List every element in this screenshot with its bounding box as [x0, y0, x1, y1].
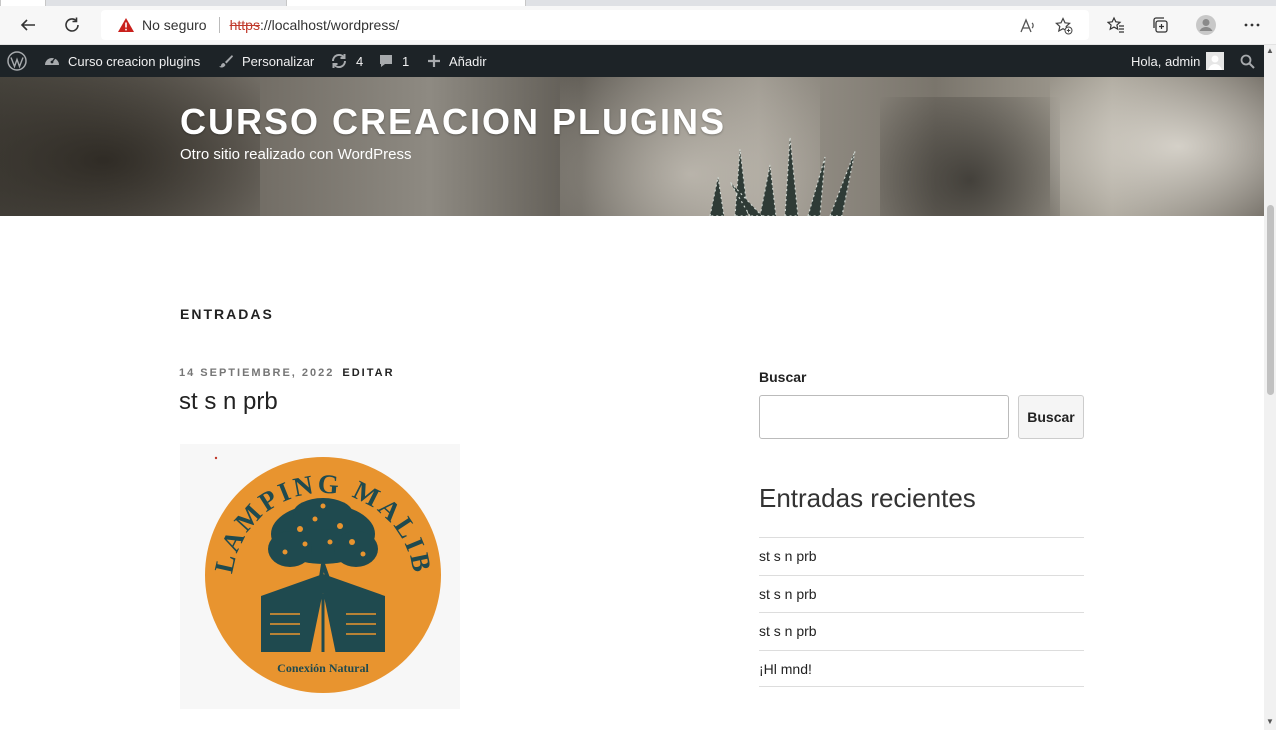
list-item[interactable]: st s n prb [759, 612, 1084, 650]
post-title[interactable]: st s n prb [179, 388, 278, 416]
recent-posts-heading: Entradas recientes [759, 483, 976, 513]
comments-count: 1 [402, 53, 410, 69]
plus-icon [428, 55, 440, 67]
address-bar[interactable]: No seguro https://localhost/wordpress/ [101, 10, 1089, 40]
updates-count: 4 [356, 53, 364, 69]
glamping-logo-image: GLAMPING MALIBÚ Conexión Natural [168, 420, 441, 693]
list-item[interactable]: ¡Hl mnd! [759, 649, 1084, 688]
avatar[interactable] [1206, 52, 1225, 70]
admin-add-new[interactable]: Añadir [427, 45, 487, 77]
back-icon[interactable] [12, 10, 44, 40]
more-icon[interactable] [1236, 10, 1268, 40]
updates-icon [331, 53, 347, 69]
entry-meta: 14 SEPTIEMBRE, 2022 EDITAR [179, 367, 395, 379]
admin-add-new-label[interactable]: Añadir [449, 54, 487, 69]
post-thumbnail[interactable]: GLAMPING MALIBÚ Conexión Natural [168, 420, 460, 709]
address-separator [218, 17, 220, 33]
wordpress-logo-icon[interactable] [7, 45, 35, 77]
recent-posts-list: st s n prb st s n prb st s n prb ¡Hl mnd… [759, 537, 1084, 688]
url-scheme: https [229, 17, 260, 33]
page-title: ENTRADAS [180, 306, 274, 322]
reload-icon[interactable] [56, 10, 88, 40]
admin-site-name[interactable]: Curso creacion plugins [68, 54, 200, 69]
page-scrollbar[interactable]: ▲ ▼ [1264, 45, 1276, 730]
scrollbar-thumb[interactable] [1267, 205, 1274, 395]
wp-admin-bar: Curso creacion plugins Personalizar 4 1 … [0, 45, 1264, 77]
search-button[interactable]: Buscar [1018, 395, 1084, 439]
add-favorite-icon[interactable] [1055, 17, 1073, 35]
url-text: ://localhost/wordpress/ [259, 17, 400, 33]
admin-customize[interactable]: Personalizar [218, 45, 314, 77]
admin-comments[interactable]: 1 [378, 45, 409, 77]
header-plant-image [709, 137, 856, 216]
site-title[interactable]: CURSO CREACION PLUGINS [180, 101, 726, 143]
collections-icon[interactable] [1144, 10, 1176, 40]
edit-link[interactable]: EDITAR [342, 367, 394, 379]
header-bg-light [1050, 77, 1264, 216]
list-item[interactable]: st s n prb [759, 537, 1084, 575]
logo-bottom-text: Conexión Natural [277, 661, 369, 675]
favorites-icon[interactable] [1100, 10, 1132, 40]
admin-greeting[interactable]: Hola, admin [1131, 54, 1200, 69]
profile-icon[interactable] [1190, 10, 1222, 40]
scroll-up-icon[interactable]: ▲ [1266, 47, 1274, 55]
search-input[interactable] [759, 395, 1009, 439]
search-label: Buscar [759, 369, 807, 385]
admin-site-menu[interactable]: Curso creacion plugins [44, 45, 200, 77]
dashboard-icon [45, 57, 59, 65]
admin-customize-label[interactable]: Personalizar [242, 54, 314, 69]
brush-icon [219, 55, 233, 68]
read-aloud-icon[interactable] [1019, 17, 1037, 35]
site-description: Otro sitio realizado con WordPress [180, 146, 412, 163]
comment-icon [380, 55, 392, 67]
security-label[interactable]: No seguro [142, 17, 207, 33]
warning-icon[interactable] [117, 17, 135, 33]
browser-toolbar: No seguro https://localhost/wordpress/ [0, 6, 1276, 45]
admin-account[interactable]: Hola, admin [1131, 45, 1225, 77]
list-item[interactable]: st s n prb [759, 574, 1084, 613]
admin-updates[interactable]: 4 [330, 45, 363, 77]
scroll-down-icon[interactable]: ▼ [1266, 718, 1274, 726]
header-bg-shade [880, 97, 1060, 216]
post-date[interactable]: 14 SEPTIEMBRE, 2022 [179, 367, 334, 379]
admin-search-icon[interactable] [1240, 45, 1263, 77]
